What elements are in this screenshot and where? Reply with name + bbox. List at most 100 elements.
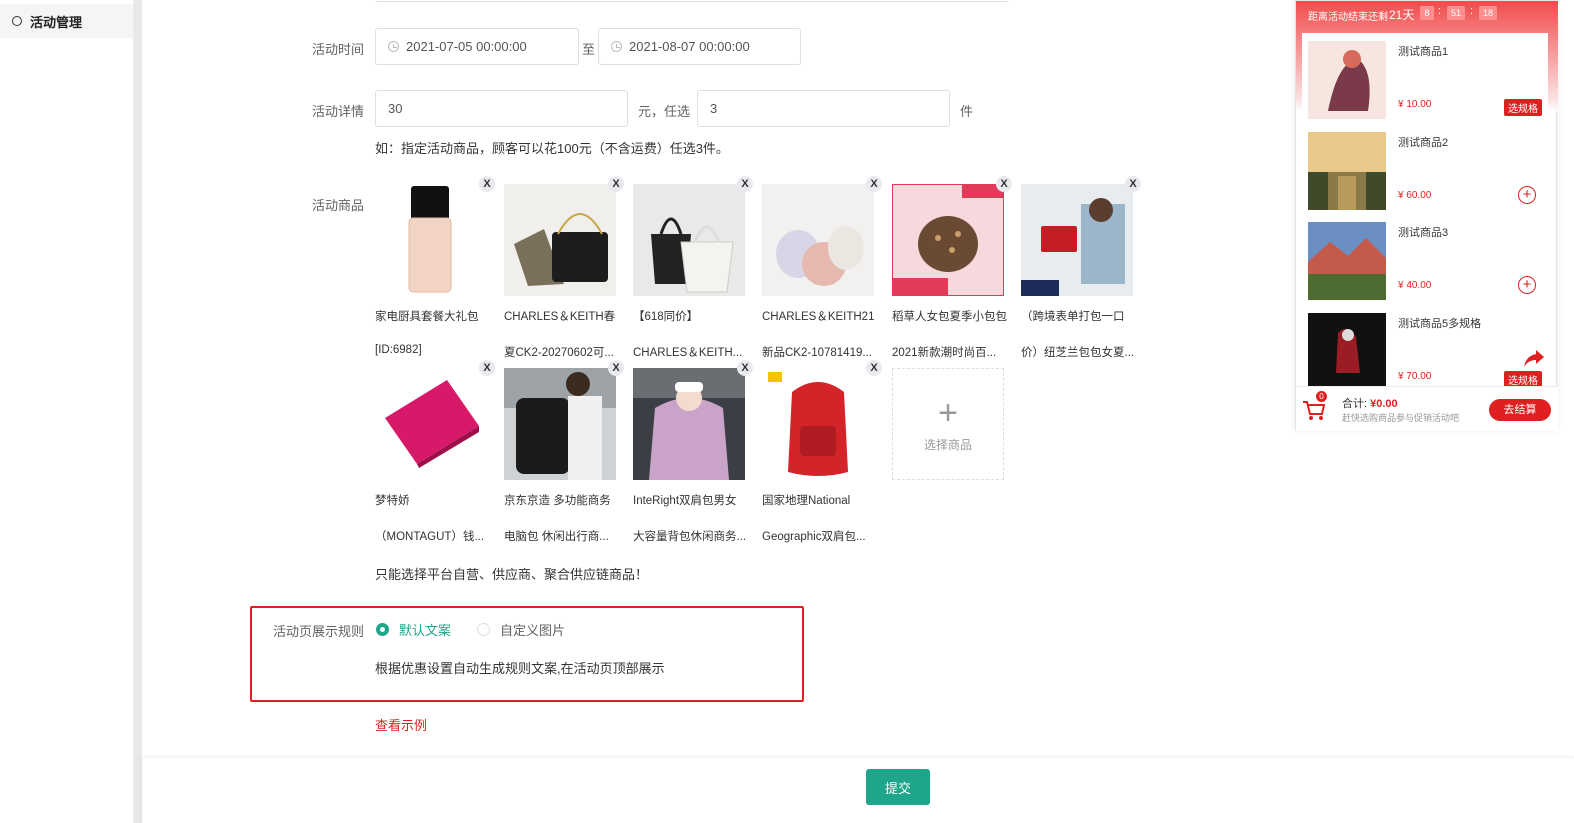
product-title-line2: [ID:6982] xyxy=(375,344,422,356)
plus-icon: + xyxy=(938,393,958,432)
preview-product-card[interactable]: 测试商品5多规格 ¥ 70.00 选规格 xyxy=(1302,305,1548,395)
product-title-line2: 大容量背包休闲商务... xyxy=(633,531,747,543)
countdown-separator: : xyxy=(1470,5,1474,17)
preview-product-price: ¥ 60.00 xyxy=(1398,190,1432,201)
product-title-line1: CHARLES＆KEITH春 xyxy=(504,311,616,323)
countdown-label: 距离活动结束还剩 xyxy=(1308,12,1388,23)
preview-product-price: ¥ 40.00 xyxy=(1398,280,1432,291)
product-card[interactable]: X CHARLES＆KEITH21 新品CK2-10781419... xyxy=(762,176,882,359)
remove-product-icon[interactable]: X xyxy=(737,176,753,192)
cart-hint: 赶快选购商品参与促销活动吧 xyxy=(1342,413,1460,423)
preview-product-image xyxy=(1308,41,1386,119)
remove-product-icon[interactable]: X xyxy=(737,360,753,376)
gutter xyxy=(134,0,142,823)
mobile-preview: 距离活动结束还剩 21天 8 : 51 : 18 测试商品1 ¥ 10.00 选… xyxy=(1295,0,1558,431)
cart-total: 合计: ¥0.00 xyxy=(1342,395,1398,411)
submit-button[interactable]: 提交 xyxy=(866,769,930,805)
product-title-line2: 新品CK2-10781419... xyxy=(762,347,872,359)
cart-count-badge: 0 xyxy=(1316,391,1327,402)
clock-icon xyxy=(388,41,399,52)
checkout-button[interactable]: 去结算 xyxy=(1489,399,1551,421)
product-card[interactable]: X CHARLES＆KEITH春 夏CK2-20270602可... xyxy=(504,176,624,359)
unit-jian-label: 件 xyxy=(960,104,974,119)
product-image: X xyxy=(762,360,882,480)
radio-custom-image[interactable]: 自定义图片 xyxy=(477,620,565,639)
countdown-hours: 8 xyxy=(1420,6,1434,20)
preview-product-image xyxy=(1308,132,1386,210)
preview-product-name: 测试商品2 xyxy=(1398,137,1449,149)
product-image: X xyxy=(504,176,624,296)
remove-product-icon[interactable]: X xyxy=(608,360,624,376)
product-card[interactable]: X 京东京造 多功能商务 电脑包 休闲出行商... xyxy=(504,360,624,543)
product-card[interactable]: X 国家地理National Geographic双肩包... xyxy=(762,360,882,543)
add-to-cart-icon[interactable]: + xyxy=(1518,276,1536,294)
sidebar-item-activity-management[interactable]: 活动管理 xyxy=(0,4,133,38)
product-title-line1: 【618同价】 xyxy=(633,311,699,323)
remove-product-icon[interactable]: X xyxy=(866,360,882,376)
countdown-days: 21天 xyxy=(1389,8,1415,22)
detail-hint: 如：指定活动商品，顾客可以花100元（不含运费）任选3件。 xyxy=(375,141,729,156)
preview-product-card[interactable]: 测试商品2 ¥ 60.00 + xyxy=(1302,124,1548,214)
share-icon[interactable] xyxy=(1522,346,1546,370)
product-title-line1: 稻草人女包夏季小包包 xyxy=(892,311,1007,323)
cart-icon[interactable] xyxy=(1302,399,1326,421)
count-input[interactable]: 3 xyxy=(697,90,950,127)
countdown-minutes: 51 xyxy=(1447,6,1465,20)
preview-product-name: 测试商品3 xyxy=(1398,227,1449,239)
end-time-input[interactable]: 2021-08-07 00:00:00 xyxy=(598,28,801,65)
product-card[interactable]: X 家电厨具套餐大礼包 [ID:6982] xyxy=(375,176,495,356)
start-time-input[interactable]: 2021-07-05 00:00:00 xyxy=(375,28,579,65)
goods-label: 活动商品 xyxy=(311,198,364,213)
unit-yuan-label: 元，任选 xyxy=(638,104,691,119)
product-card[interactable]: X 【618同价】 CHARLES＆KEITH... xyxy=(633,176,753,359)
product-title-line2: 夏CK2-20270602可... xyxy=(504,347,614,359)
select-spec-button[interactable]: 选规格 xyxy=(1504,99,1542,116)
radio-unchecked-icon xyxy=(477,623,490,636)
preview-product-card[interactable]: 测试商品3 ¥ 40.00 + xyxy=(1302,214,1548,304)
product-card[interactable]: X （跨境表单打包一口 价）纽芝兰包包女夏... xyxy=(1021,176,1141,359)
remove-product-icon[interactable]: X xyxy=(479,176,495,192)
radio-default-copy[interactable]: 默认文案 xyxy=(376,620,451,639)
amount-value: 30 xyxy=(388,101,403,116)
amount-input[interactable]: 30 xyxy=(375,90,628,127)
view-example-link[interactable]: 查看示例 xyxy=(375,715,427,734)
product-title-line1: 家电厨具套餐大礼包 xyxy=(375,311,479,323)
name-input-edge[interactable] xyxy=(375,0,1009,2)
preview-product-image xyxy=(1308,313,1386,391)
product-image: X xyxy=(504,360,624,480)
footer-bar xyxy=(142,758,1574,823)
radio-custom-label: 自定义图片 xyxy=(500,623,566,638)
preview-product-name: 测试商品5多规格 xyxy=(1398,318,1482,330)
end-time-value: 2021-08-07 00:00:00 xyxy=(629,39,750,54)
remove-product-icon[interactable]: X xyxy=(479,360,495,376)
select-goods-label: 选择商品 xyxy=(923,437,972,452)
product-title-line1: （跨境表单打包一口 xyxy=(1021,311,1125,323)
product-title-line1: InteRight双肩包男女 xyxy=(633,495,737,507)
time-label: 活动时间 xyxy=(311,42,364,57)
preview-product-card[interactable]: 测试商品1 ¥ 10.00 选规格 xyxy=(1302,33,1548,123)
sidebar-item-label: 活动管理 xyxy=(30,14,83,30)
remove-product-icon[interactable]: X xyxy=(866,176,882,192)
add-to-cart-icon[interactable]: + xyxy=(1518,186,1536,204)
product-title-line1: 梦特娇 xyxy=(375,495,410,507)
product-title-line2: Geographic双肩包... xyxy=(762,531,866,543)
product-title-line2: 价）纽芝兰包包女夏... xyxy=(1021,347,1135,359)
select-goods-button[interactable]: + 选择商品 xyxy=(892,368,1004,480)
remove-product-icon[interactable]: X xyxy=(996,176,1012,192)
remove-product-icon[interactable]: X xyxy=(608,176,624,192)
product-image: X xyxy=(633,176,753,296)
preview-product-price: ¥ 70.00 xyxy=(1398,371,1432,382)
product-title-line2: 2021新款潮时尚百... xyxy=(892,347,997,359)
product-image: X xyxy=(375,176,495,296)
rule-label: 活动页展示规则 xyxy=(272,624,364,639)
product-title-line1: CHARLES＆KEITH21 xyxy=(762,311,875,323)
remove-product-icon[interactable]: X xyxy=(1125,176,1141,192)
product-card[interactable]: X InteRight双肩包男女 大容量背包休闲商务... xyxy=(633,360,753,543)
preview-cart-bar: 0 合计: ¥0.00 赶快选购商品参与促销活动吧 去结算 xyxy=(1296,386,1558,431)
preview-product-image xyxy=(1308,222,1386,300)
start-time-value: 2021-07-05 00:00:00 xyxy=(406,39,527,54)
rule-description: 根据优惠设置自动生成规则文案,在活动页顶部展示 xyxy=(375,661,665,676)
product-card[interactable]: X 梦特娇 （MONTAGUT）钱... xyxy=(375,360,495,543)
circle-icon xyxy=(12,16,22,26)
product-card[interactable]: X 稻草人女包夏季小包包 2021新款潮时尚百... xyxy=(891,176,1012,359)
